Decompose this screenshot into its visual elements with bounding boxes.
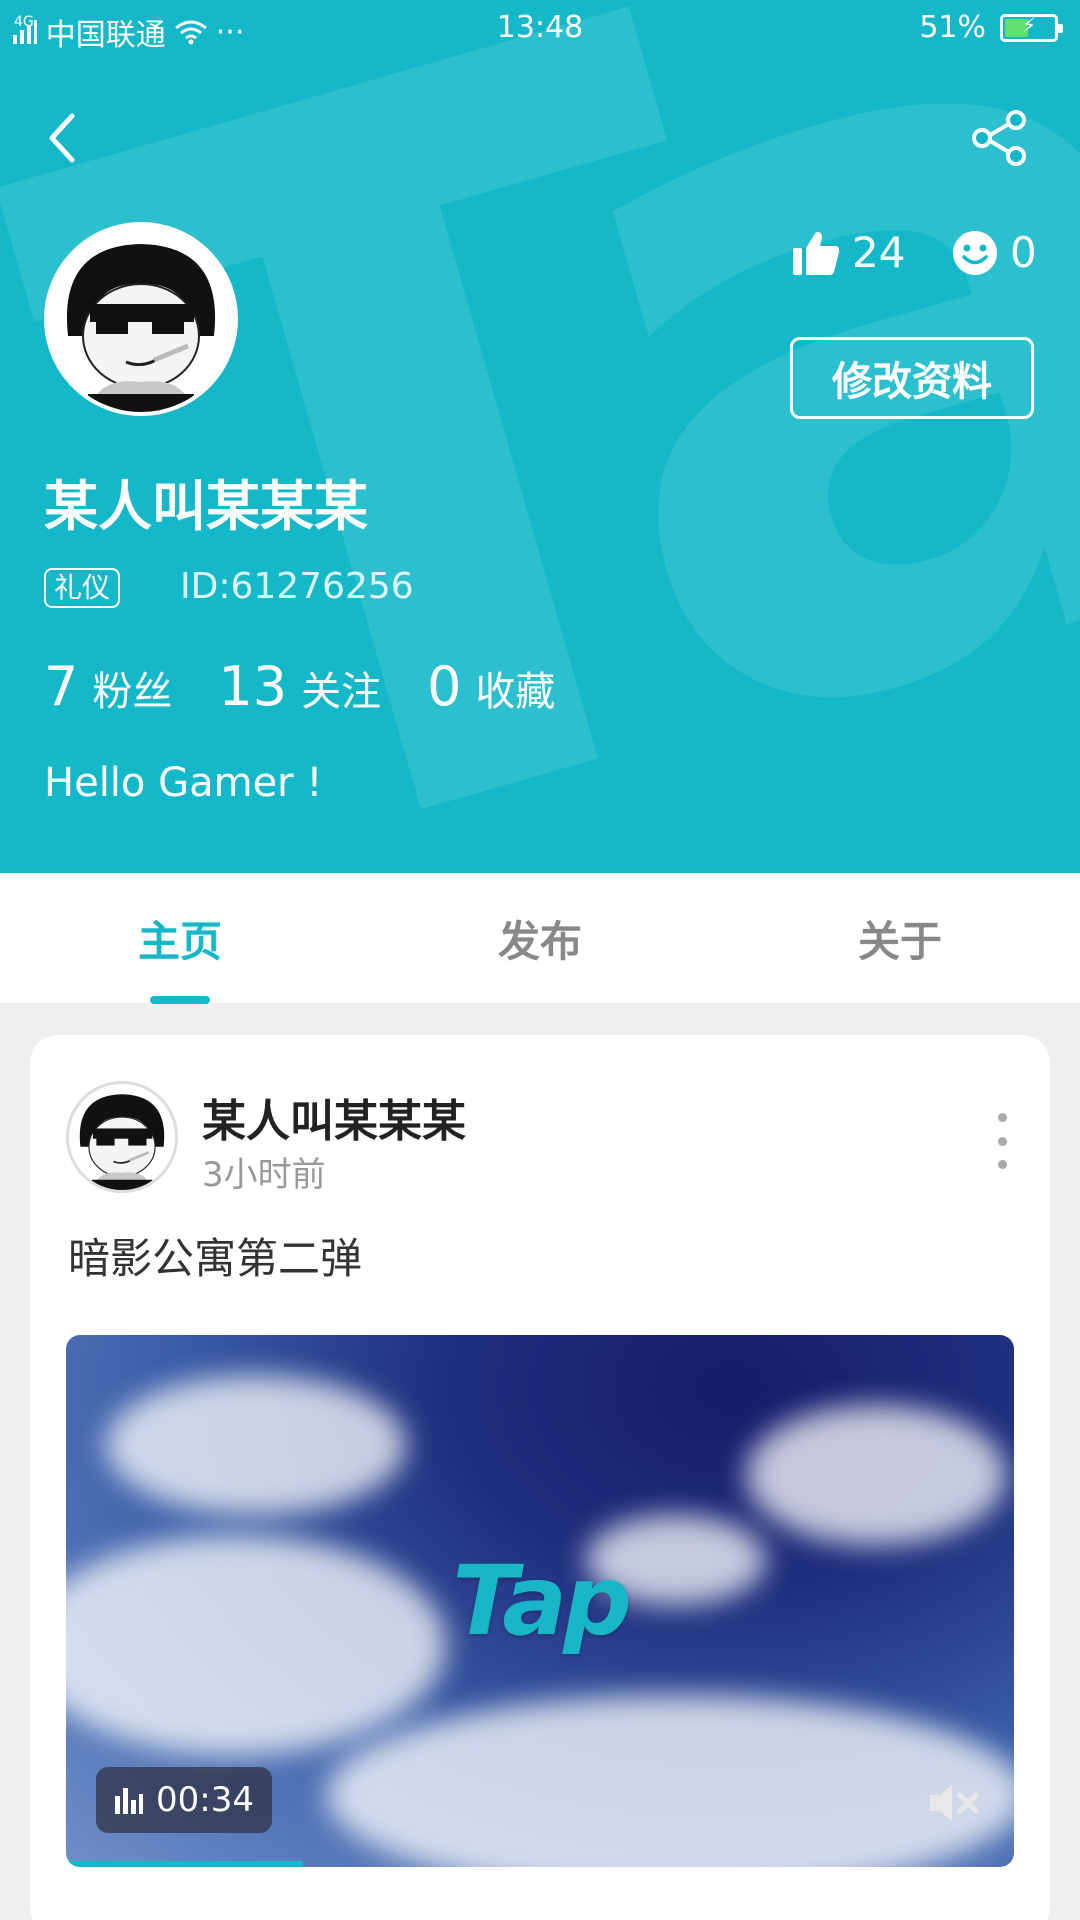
- more-dot: [997, 1136, 1007, 1146]
- likes-count: 24: [852, 228, 906, 277]
- tab-home[interactable]: 主页: [0, 873, 360, 1003]
- smiles-stat[interactable]: 0: [952, 228, 1037, 277]
- post-author-name[interactable]: 某人叫某某某: [202, 1085, 466, 1149]
- video-cloud: [746, 1405, 1006, 1545]
- profile-username: 某人叫某某某: [44, 475, 368, 538]
- active-tab-indicator: [150, 996, 210, 1004]
- profile-counts: 7 粉丝 13 关注 0 收藏: [44, 655, 601, 718]
- tab-about[interactable]: 关于: [720, 873, 1080, 1003]
- status-right: 51% ⚡: [919, 10, 1063, 45]
- mute-icon: [930, 1785, 979, 1821]
- post-timestamp: 3小时前: [202, 1155, 326, 1195]
- share-icon: [972, 110, 1026, 166]
- followers-label[interactable]: 粉丝: [92, 659, 172, 717]
- followers-count[interactable]: 7: [44, 655, 78, 718]
- post-card[interactable]: 某人叫某某某 3小时前 暗影公寓第二弹 Tap 00:34: [30, 1035, 1050, 1920]
- back-arrow-icon: [49, 113, 75, 163]
- edit-profile-button[interactable]: 修改资料: [790, 337, 1034, 419]
- header-watermark: TapTap: [0, 0, 1080, 873]
- following-label[interactable]: 关注: [301, 659, 381, 717]
- video-progress-bar[interactable]: [66, 1861, 303, 1867]
- post-more-button[interactable]: [990, 1113, 1014, 1169]
- status-bar: 4G 中国联通 ··· 13:48 51% ⚡: [0, 0, 1080, 56]
- avatar-image: [48, 226, 234, 412]
- favorites-count[interactable]: 0: [427, 655, 461, 718]
- smiles-count: 0: [1010, 228, 1037, 277]
- more-dot: [997, 1113, 1007, 1122]
- video-cloud: [326, 1695, 1014, 1867]
- status-time: 13:48: [496, 10, 584, 45]
- following-count[interactable]: 13: [218, 655, 287, 718]
- post-video[interactable]: Tap 00:34: [66, 1335, 1014, 1867]
- back-button[interactable]: [40, 108, 90, 168]
- video-cloud: [106, 1375, 406, 1515]
- author-avatar-image: [69, 1084, 175, 1190]
- battery-icon: ⚡: [1000, 12, 1063, 42]
- video-duration: 00:34: [156, 1780, 254, 1820]
- video-duration-badge: 00:34: [96, 1767, 272, 1833]
- audio-bars-icon: [115, 1788, 143, 1814]
- share-button[interactable]: [968, 108, 1032, 168]
- tab-posts[interactable]: 发布: [360, 873, 720, 1003]
- profile-avatar[interactable]: [44, 222, 238, 416]
- video-tap-logo: Tap: [452, 1545, 632, 1657]
- charging-icon: ⚡: [1021, 12, 1037, 37]
- battery-percent: 51%: [919, 10, 986, 45]
- smile-icon: [953, 230, 997, 275]
- user-badge[interactable]: 礼仪: [44, 568, 121, 608]
- post-text[interactable]: 暗影公寓第二弹: [68, 1225, 362, 1286]
- profile-header: TapTap 4G 中国联通 ··· 13:48 51%: [0, 0, 1080, 873]
- favorites-label[interactable]: 收藏: [475, 659, 555, 717]
- thumbs-up-icon: [793, 231, 840, 275]
- profile-tabs: 主页 发布 关于: [0, 873, 1080, 1003]
- profile-bio: Hello Gamer !: [44, 760, 323, 806]
- likes-stat[interactable]: 24: [792, 228, 905, 277]
- video-mute-button[interactable]: [928, 1781, 982, 1825]
- more-dot: [997, 1160, 1007, 1169]
- post-author-avatar[interactable]: [66, 1081, 178, 1193]
- user-id: ID:61276256: [180, 566, 414, 607]
